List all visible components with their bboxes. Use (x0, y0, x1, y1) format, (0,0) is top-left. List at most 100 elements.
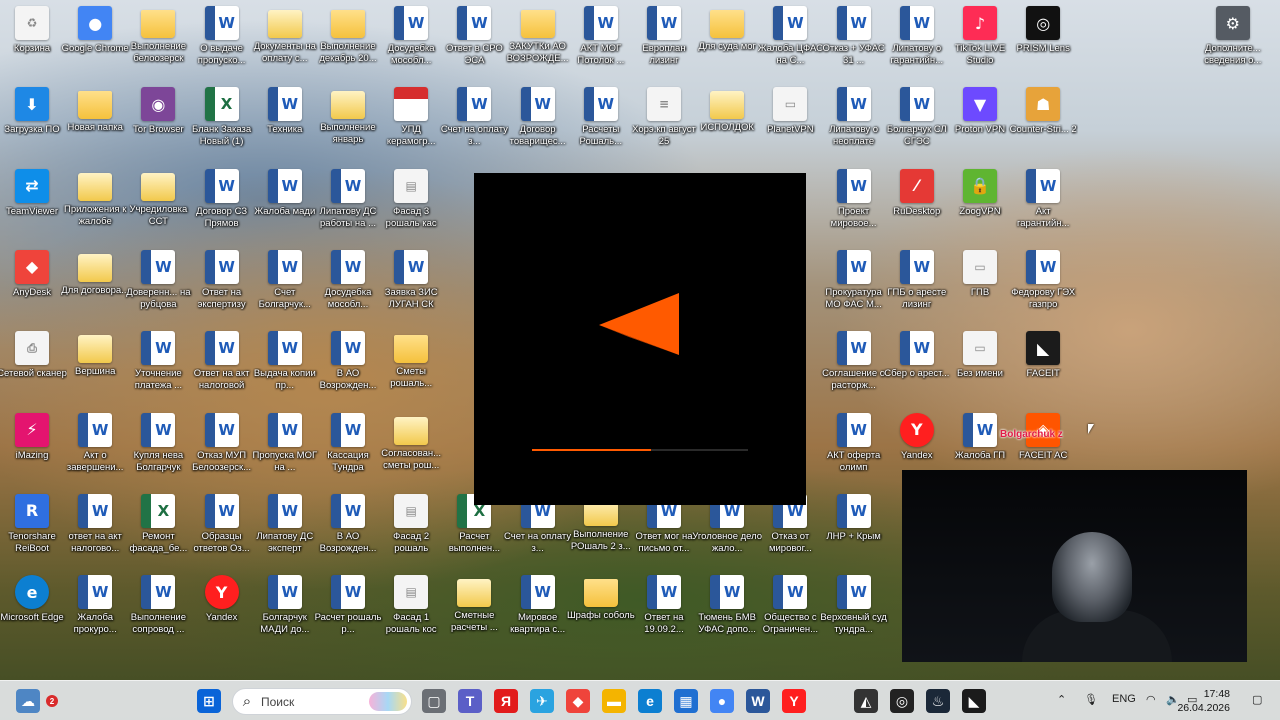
desktop-icon[interactable]: X Ремонт фасада_бе... (123, 488, 193, 566)
desktop-icon[interactable]: ⚡ iMazing (0, 407, 67, 485)
desktop-icon[interactable]: ⇄ TeamViewer (0, 163, 67, 241)
desktop-icon[interactable]: WВ АО Возрожден... (313, 488, 383, 566)
desktop-icon[interactable]: e Microsoft Edge (0, 569, 67, 647)
desktop-icon[interactable]: ◆ AnyDesk (0, 244, 67, 322)
desktop-icon[interactable]: Документы на оплату с... (250, 0, 320, 78)
desktop-icon[interactable]: W Отказ МУП Белоозерск... (187, 407, 257, 485)
desktop-icon[interactable]: W Болгарчук СЛ СГЭС (882, 81, 952, 159)
desktop-icon[interactable]: W Липатову о гарантийн... (882, 0, 952, 78)
start-button[interactable]: ⊞ (197, 689, 221, 713)
desktop-icon[interactable]: W Липатову о неоплате (819, 81, 889, 159)
clock[interactable]: 17:48 26.04.2026 (1177, 687, 1230, 715)
taskbar-store-icon[interactable]: ▦ (674, 689, 698, 713)
desktop-icon[interactable]: ☗ Counter-Stri... 2 (1008, 81, 1078, 159)
taskbar-task-view-icon[interactable]: ▢ (422, 689, 446, 713)
desktop-icon[interactable]: ▤ Фасад 2 рошаль (376, 488, 446, 566)
desktop-icon[interactable]: Для договора... (60, 244, 130, 322)
desktop-icon[interactable]: W Липатову ДС эксперт (250, 488, 320, 566)
desktop-icon[interactable]: W Акт гарантийн... (1008, 163, 1078, 241)
tray-overflow-chevron-icon[interactable]: ⌃ (1057, 693, 1066, 706)
desktop-icon[interactable]: W Ответ в СРО ЭСА (439, 0, 509, 78)
desktop-icon[interactable]: W Проект мировое... (819, 163, 889, 241)
desktop-icon[interactable]: W АКТ оферта олимп (819, 407, 889, 485)
notification-center-icon[interactable]: ▢ (1252, 693, 1262, 706)
desktop-icon[interactable]: Сметы рошаль... (376, 325, 446, 403)
desktop-icon[interactable]: W Образцы ответов Оз... (187, 488, 257, 566)
desktop-icon[interactable]: W Жалоба прокуро... (60, 569, 130, 647)
desktop-icon[interactable]: W Жалоба мади (250, 163, 320, 241)
desktop-icon[interactable]: Приложения к жалобе (60, 163, 130, 241)
desktop-icon[interactable]: Шрафы соболь (566, 569, 636, 647)
desktop-icon[interactable]: W Федорову ГЭХ газпро (1008, 244, 1078, 322)
taskbar-yandex-icon[interactable]: Я (494, 689, 518, 713)
search-box[interactable]: ⌕ Поиск (232, 688, 412, 715)
desktop-icon[interactable]: ⬇ Загрузка ПО (0, 81, 67, 159)
taskbar-yandex-browser-icon[interactable]: Y (782, 689, 806, 713)
desktop-icon[interactable]: W О выдаче пропуско... (187, 0, 257, 78)
desktop-icon[interactable]: ⎙ Сетевой сканер (0, 325, 67, 403)
desktop-icon[interactable]: ♻ Корзина (0, 0, 67, 78)
desktop-icon[interactable]: ◎ PRISM Lens (1008, 0, 1078, 78)
desktop-icon[interactable]: W Ответ на акт налоговой (187, 325, 257, 403)
desktop-icon[interactable]: ♪ TikTok LIVE Studio (945, 0, 1015, 78)
desktop-icon[interactable]: Выполнение декабрь 20... (313, 0, 383, 78)
taskbar-edge-icon[interactable]: e (638, 689, 662, 713)
desktop-icon[interactable]: ▤ Фасад 1 рошаль кос (376, 569, 446, 647)
desktop-icon[interactable]: Y Yandex (187, 569, 257, 647)
desktop-icon[interactable]: R Tenorshare ReiBoot (0, 488, 67, 566)
desktop-icon[interactable]: W Счет Болгарчук... (250, 244, 320, 322)
desktop-icon[interactable]: W Расчеты Рошаль... (566, 81, 636, 159)
desktop-icon[interactable]: W АКТ МОГ Потолок ... (566, 0, 636, 78)
desktop-icon[interactable]: ◣ FACEIT (1008, 325, 1078, 403)
desktop-icon[interactable]: PDF УПД керамогр... (376, 81, 446, 159)
desktop-icon[interactable]: Выполнение белоозерск (123, 0, 193, 78)
taskbar-app-red-icon[interactable]: ◭ (854, 689, 878, 713)
taskbar-chrome-icon[interactable]: ● (710, 689, 734, 713)
desktop-icon[interactable]: W Доверенн... на рубцова (123, 244, 193, 322)
desktop-icon[interactable]: Согласован... сметы рош... (376, 407, 446, 485)
wifi-icon[interactable]: ◠ (1146, 693, 1156, 706)
taskbar-obs-icon[interactable]: ◎ (890, 689, 914, 713)
desktop-icon[interactable]: W Заявка ЗИС ЛУГАН СК (376, 244, 446, 322)
desktop-icon[interactable]: W Отказ + УФАС 31 ... (819, 0, 889, 78)
desktop-icon[interactable]: W Общество с Ограничен... (755, 569, 825, 647)
desktop-icon[interactable]: Сметные расчеты ... (439, 569, 509, 647)
desktop-icon[interactable]: W Выдача копии пр... (250, 325, 320, 403)
desktop-icon[interactable]: W Договор СЗ Прямов (187, 163, 257, 241)
desktop-icon[interactable]: W Выполнение сопровод ... (123, 569, 193, 647)
language-indicator[interactable]: ENG (1112, 693, 1136, 705)
desktop-icon[interactable]: WВ АО Возрожден... (313, 325, 383, 403)
desktop-icon[interactable]: ▼ Proton VPN (945, 81, 1015, 159)
desktop-icon[interactable]: ЗАКУТКи АО ВОЗРОЖДЕ... (503, 0, 573, 78)
desktop-icon[interactable]: W ЛНР + Крым (819, 488, 889, 566)
desktop-icon[interactable]: W Досудебка мособл... (313, 244, 383, 322)
desktop-icon[interactable]: W Жалоба ЦФАС на С... (755, 0, 825, 78)
desktop-icon[interactable]: W Акт о завершени... (60, 407, 130, 485)
desktop-icon[interactable]: X Бланк Заказа Новый (1) (187, 81, 257, 159)
desktop-icon[interactable]: W Мировое квартира с... (503, 569, 573, 647)
desktop-icon[interactable]: ▤ Фасад 3 рошаль кас (376, 163, 446, 241)
desktop-icon[interactable]: Новая папка (60, 81, 130, 159)
taskbar-word-icon[interactable]: W (746, 689, 770, 713)
desktop-icon[interactable]: W Ответ на экспертизу (187, 244, 257, 322)
desktop-icon[interactable]: ⚙ Дополните... сведения о... (1198, 0, 1268, 78)
desktop-icon[interactable]: W Сбер о арест... (882, 325, 952, 403)
desktop-icon[interactable]: ◉ Tor Browser (123, 81, 193, 159)
desktop-icon[interactable]: ⁄ RuDesktop (882, 163, 952, 241)
desktop-icon[interactable]: W Европлан лизинг (629, 0, 699, 78)
desktop-icon[interactable]: W Договор товарищес... (503, 81, 573, 159)
microphone-icon[interactable]: 🎙 (1084, 693, 1098, 706)
desktop-icon[interactable]: W Прокуратура МО ФАС М... (819, 244, 889, 322)
desktop-icon[interactable]: ИСПОЛДОК (692, 81, 762, 159)
desktop-icon[interactable]: ▭ PlanetVPN (755, 81, 825, 159)
desktop-icon[interactable]: W Счет на оплату з... (439, 81, 509, 159)
desktop-icon[interactable]: W Уточнение платежа ... (123, 325, 193, 403)
desktop-icon[interactable]: W Расчет рошаль р... (313, 569, 383, 647)
desktop-icon[interactable]: ▭ Без имени (945, 325, 1015, 403)
desktop-icon[interactable]: ▭ ГПВ (945, 244, 1015, 322)
desktop-icon[interactable]: Выполнение январь (313, 81, 383, 159)
desktop-icon[interactable]: W Тюмень БМВ УФАС допо... (692, 569, 762, 647)
desktop-icon[interactable]: W Купля нева Болгарчук (123, 407, 193, 485)
desktop-icon[interactable]: W ГПБ о аресте лизинг (882, 244, 952, 322)
desktop-icon[interactable]: W Болгарчук МАДИ до... (250, 569, 320, 647)
